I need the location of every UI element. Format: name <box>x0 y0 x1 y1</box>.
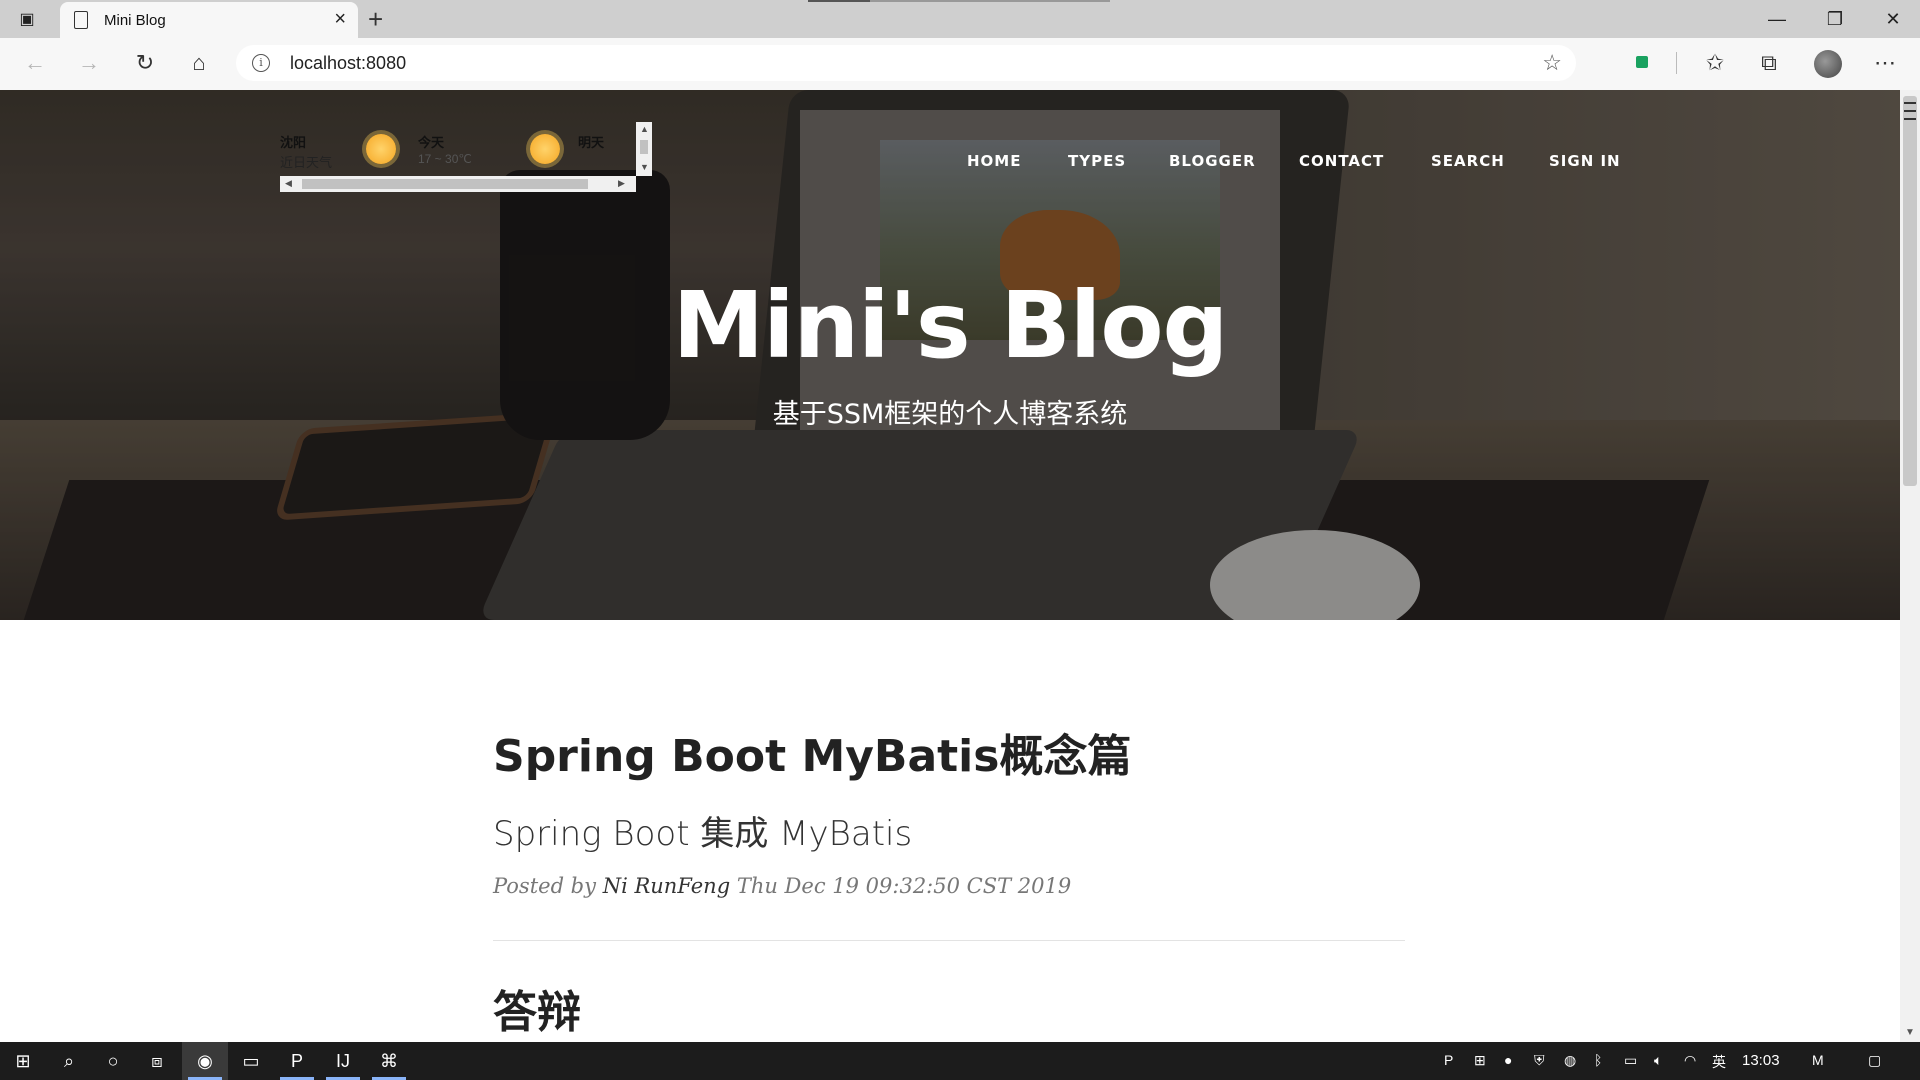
info-icon[interactable]: i <box>252 54 270 72</box>
ime-indicator[interactable]: 英 <box>1712 1052 1726 1072</box>
tray-grid-icon[interactable]: ⊞ <box>1474 1052 1486 1069</box>
nav-types[interactable]: TYPES <box>1068 152 1126 170</box>
battery-icon[interactable]: ▭ <box>1624 1052 1637 1069</box>
hero-header: 沈阳 近日天气 今天 17 ~ 30℃ 明天 ▲ ▼ ◀ ▶ HOME TYPES … <box>0 90 1900 620</box>
collections-icon[interactable]: ⧉ <box>1752 46 1786 80</box>
weather-today-label: 今天 <box>418 135 445 150</box>
edge-browser-icon[interactable]: ◉ <box>182 1042 228 1080</box>
tray-p-icon[interactable]: P <box>1444 1052 1453 1068</box>
site-subtitle: 基于SSM框架的个人博客系统 <box>772 399 1128 430</box>
taskbar: ⊞ ⌕ ○ ⧈ ◉ ▭ P IJ ⌘ P ⊞ ● ⛨ ◍ ᛒ ▭ 🔈︎ ◠ 英 … <box>0 1042 1920 1080</box>
address-bar[interactable]: i localhost:8080 ☆ <box>236 45 1576 81</box>
bluetooth-icon[interactable]: ᛒ <box>1594 1052 1602 1068</box>
file-explorer-icon[interactable]: ▭ <box>228 1042 274 1080</box>
nav-sign-in[interactable]: SIGN IN <box>1549 152 1621 170</box>
home-icon[interactable]: ⌂ <box>182 46 216 80</box>
pycharm-icon[interactable]: P <box>274 1042 320 1080</box>
page-viewport: 沈阳 近日天气 今天 17 ~ 30℃ 明天 ▲ ▼ ◀ ▶ HOME TYPES … <box>0 90 1900 1042</box>
url-text[interactable]: localhost:8080 <box>290 53 406 74</box>
task-view-icon[interactable]: ⧈ <box>134 1042 180 1080</box>
tab-scroll-indicator <box>808 0 1110 2</box>
weather-tomorrow-label: 明天 <box>578 135 605 150</box>
forward-arrow-icon[interactable]: → <box>72 46 106 80</box>
posted-by-label: Posted by <box>493 874 596 898</box>
post-subtitle: Spring Boot 集成 MyBatis <box>493 814 913 854</box>
browser-tab[interactable]: Mini Blog × <box>60 2 358 38</box>
security-shield-icon[interactable]: ⛨ <box>1534 1052 1545 1069</box>
tray-status-icon[interactable]: ● <box>1504 1052 1512 1068</box>
nav-search[interactable]: SEARCH <box>1431 152 1505 170</box>
input-method-icon[interactable]: M <box>1812 1052 1824 1068</box>
post-title: Spring Boot MyBatis概念篇 <box>493 731 1132 782</box>
cortana-icon[interactable]: ○ <box>90 1042 136 1080</box>
site-title: Mini's Blog <box>672 272 1229 379</box>
post-author[interactable]: Ni RunFeng <box>603 874 730 898</box>
weather-today-temp: 17 ~ 30℃ <box>418 152 472 166</box>
chrome-tray-icon[interactable]: ◍ <box>1564 1052 1576 1069</box>
page-icon <box>74 11 88 29</box>
scroll-down-icon[interactable]: ▼ <box>1905 1027 1915 1038</box>
new-tab-icon[interactable]: + <box>368 4 383 35</box>
post-divider <box>493 940 1405 941</box>
weather-horizontal-scrollbar[interactable]: ◀ ▶ <box>280 176 636 192</box>
nav-contact[interactable]: CONTACT <box>1299 152 1384 170</box>
post-meta: Posted by Ni RunFeng Thu Dec 19 09:32:50… <box>493 874 1071 898</box>
weather-vertical-scrollbar[interactable]: ▲ ▼ <box>636 122 652 176</box>
browser-toolbar: ← → ↻ ⌂ i localhost:8080 ☆ ✩ ⧉ ⋯ <box>0 38 1920 91</box>
extension-icon[interactable] <box>1636 56 1648 68</box>
taskbar-clock[interactable]: 13:03 <box>1742 1052 1780 1069</box>
section-heading: 答辩 <box>493 987 581 1038</box>
close-tab-icon[interactable]: × <box>334 8 346 31</box>
add-favorite-icon[interactable]: ☆ <box>1542 50 1562 76</box>
wifi-icon[interactable]: ◠ <box>1684 1052 1696 1069</box>
weather-recent-label: 近日天气 <box>280 155 333 170</box>
toolbar-divider <box>1676 52 1677 74</box>
notification-icon[interactable]: ▢ <box>1868 1052 1881 1069</box>
vscode-icon[interactable]: ⌘ <box>366 1042 412 1080</box>
profile-avatar[interactable] <box>1814 50 1842 78</box>
page-scrollbar[interactable]: ▼ <box>1900 90 1920 1042</box>
tab-strip: ▣ Mini Blog × + — ❐ ✕ <box>0 0 1920 38</box>
volume-icon[interactable]: 🔈︎ <box>1654 1052 1662 1069</box>
close-window-icon[interactable]: ✕ <box>1864 0 1920 38</box>
windows-start-icon[interactable]: ⊞ <box>0 1042 46 1080</box>
tab-actions-icon[interactable]: ▣ <box>16 8 38 30</box>
search-icon[interactable]: ⌕ <box>46 1042 92 1080</box>
tab-title: Mini Blog <box>104 12 166 29</box>
refresh-icon[interactable]: ↻ <box>128 46 162 80</box>
weather-city: 沈阳 <box>280 135 307 150</box>
more-icon[interactable]: ⋯ <box>1868 46 1902 80</box>
favorites-icon[interactable]: ✩ <box>1698 46 1732 80</box>
nav-home[interactable]: HOME <box>967 152 1021 170</box>
intellij-icon[interactable]: IJ <box>320 1042 366 1080</box>
nav-blogger[interactable]: BLOGGER <box>1169 152 1256 170</box>
weather-widget: 沈阳 近日天气 今天 17 ~ 30℃ 明天 ▲ ▼ ◀ ▶ <box>280 122 652 198</box>
sunny-icon <box>530 134 560 164</box>
sunny-icon <box>366 134 396 164</box>
restore-icon[interactable]: ❐ <box>1806 0 1864 38</box>
minimize-icon[interactable]: — <box>1748 0 1806 38</box>
back-arrow-icon[interactable]: ← <box>18 46 52 80</box>
post-date: Thu Dec 19 09:32:50 CST 2019 <box>736 874 1072 898</box>
page-scrollbar-thumb[interactable] <box>1903 96 1917 486</box>
